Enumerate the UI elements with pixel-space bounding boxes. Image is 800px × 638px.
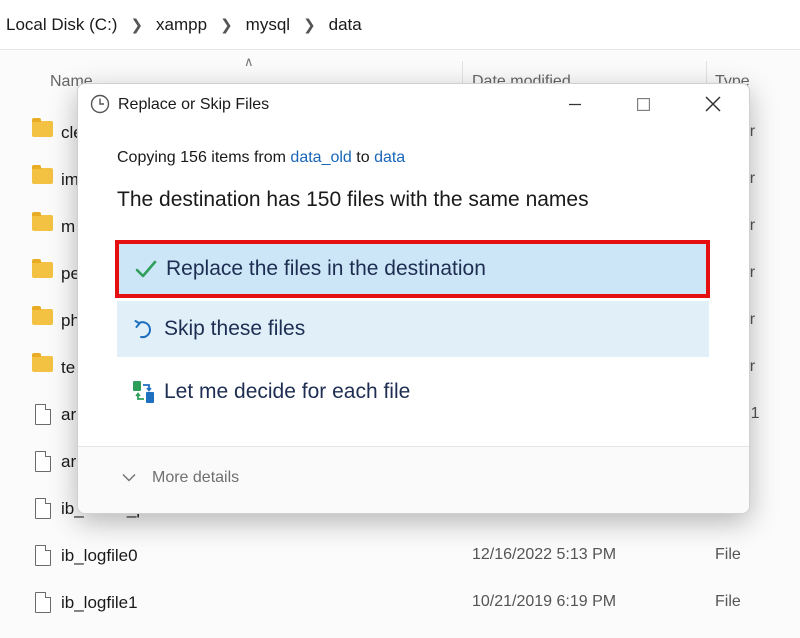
folder-icon	[32, 212, 53, 231]
compare-files-icon	[132, 380, 156, 404]
file-name: m	[61, 217, 76, 236]
minimize-button[interactable]	[552, 84, 598, 124]
list-item[interactable]: ib_logfile1 10/21/2019 6:19 PM File	[0, 579, 800, 626]
file-date: 12/16/2022 5:13 PM	[472, 546, 617, 563]
breadcrumb-mysql[interactable]: mysql	[246, 15, 290, 35]
file-type: File	[715, 546, 741, 563]
file-icon	[35, 451, 51, 472]
file-type: File	[715, 593, 741, 610]
more-details-label: More details	[152, 469, 240, 486]
chevron-right-icon[interactable]: ❯	[303, 16, 316, 34]
breadcrumb-data[interactable]: data	[329, 15, 362, 35]
folder-icon	[32, 259, 53, 278]
folder-icon	[32, 118, 53, 137]
close-button[interactable]	[690, 84, 736, 124]
folder-icon	[32, 306, 53, 325]
file-name: ib_logfile1	[61, 593, 138, 612]
dialog-footer: More details	[78, 446, 749, 513]
copy-to-word: to	[356, 149, 370, 166]
file-icon	[35, 498, 51, 519]
replace-or-skip-dialog: Replace or Skip Files Copying 156 items …	[77, 83, 750, 514]
clock-icon	[90, 94, 110, 119]
checkmark-icon	[134, 257, 158, 281]
conflict-headline: The destination has 150 files with the s…	[117, 188, 589, 211]
skip-option-label: Skip these files	[164, 317, 306, 340]
copy-prefix: Copying 156 items from	[117, 149, 286, 166]
file-name: ar	[61, 405, 77, 424]
destination-folder-link[interactable]: data	[374, 149, 405, 166]
file-name: ar	[61, 452, 77, 471]
breadcrumb-local-disk[interactable]: Local Disk (C:)	[6, 15, 117, 35]
decide-each-file-option[interactable]: Let me decide for each file	[117, 364, 709, 420]
chevron-right-icon[interactable]: ❯	[130, 16, 143, 34]
sort-ascending-icon: ∧	[244, 54, 254, 69]
folder-icon	[32, 353, 53, 372]
copy-status-text: Copying 156 items from data_old to data	[117, 149, 405, 167]
list-item[interactable]: ib_logfile0 12/16/2022 5:13 PM File	[0, 532, 800, 579]
file-name: ib_logfile0	[61, 546, 138, 565]
file-date: 10/21/2019 6:19 PM	[472, 593, 617, 610]
folder-icon	[32, 165, 53, 184]
file-name: te	[61, 358, 76, 377]
dialog-titlebar[interactable]: Replace or Skip Files	[78, 84, 749, 128]
chevron-right-icon[interactable]: ❯	[220, 16, 233, 34]
undo-arrow-icon	[132, 317, 156, 341]
more-details-toggle[interactable]: More details	[122, 469, 239, 487]
breadcrumb-xampp[interactable]: xampp	[156, 15, 207, 35]
file-icon	[35, 592, 51, 613]
dialog-title: Replace or Skip Files	[118, 96, 270, 113]
source-folder-link[interactable]: data_old	[290, 149, 351, 166]
skip-files-option[interactable]: Skip these files	[117, 301, 709, 357]
breadcrumb: Local Disk (C:) ❯ xampp ❯ mysql ❯ data	[0, 0, 800, 50]
replace-option-label: Replace the files in the destination	[166, 257, 486, 280]
file-icon	[35, 545, 51, 566]
replace-files-option[interactable]: Replace the files in the destination	[115, 240, 710, 298]
maximize-button[interactable]	[620, 84, 666, 124]
chevron-down-icon	[122, 469, 136, 487]
file-icon	[35, 404, 51, 425]
decide-option-label: Let me decide for each file	[164, 380, 411, 403]
